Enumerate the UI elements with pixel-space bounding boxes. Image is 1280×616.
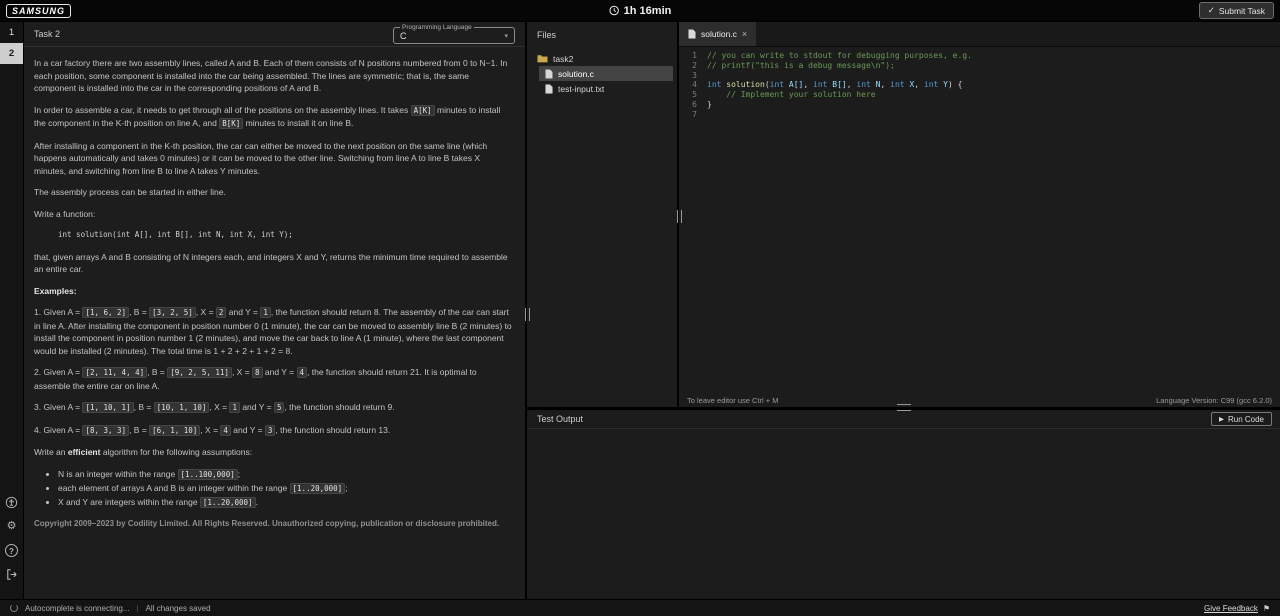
logout-icon[interactable] (5, 568, 18, 581)
spinner-icon (10, 604, 18, 612)
test-output-title: Test Output (537, 414, 583, 424)
chevron-down-icon: ▾ (504, 32, 508, 40)
help-icon[interactable]: ? (5, 544, 18, 557)
examples-heading: Examples: (34, 285, 513, 298)
feedback-flag-icon: ⚑ (1263, 604, 1270, 613)
task-tab-1[interactable]: 1 (0, 22, 23, 43)
assumption-item: X and Y are integers within the range [1… (58, 496, 513, 510)
folder-row-task2[interactable]: task2 (531, 51, 673, 66)
close-icon[interactable]: × (742, 29, 747, 39)
clock-icon (609, 5, 620, 16)
assumption-item: each element of arrays A and B is an int… (58, 482, 513, 496)
files-header: Files (527, 22, 677, 47)
code-line: 3 (679, 71, 1280, 81)
example-3: 3. Given A = [1, 10, 1], B = [10, 1, 10]… (34, 401, 513, 415)
top-bar: SAMSUNG 1h 16min ✓ Submit Task (0, 0, 1280, 22)
folder-name: task2 (553, 54, 573, 64)
editor-tab-bar: solution.c × (679, 22, 1280, 47)
efficient-bold: efficient (68, 447, 101, 457)
language-select-label: Programming Language (400, 24, 474, 31)
language-select-value: C (400, 31, 407, 41)
task-paragraph: After installing a component in the K-th… (34, 140, 513, 178)
function-signature: int solution(int A[], int B[], int N, in… (58, 229, 513, 242)
run-code-button[interactable]: ▶ Run Code (1211, 412, 1272, 426)
file-name: solution.c (558, 69, 594, 79)
main-area: 1 2 ⚙ ? Task 2 (0, 22, 1280, 599)
test-output-header: Test Output ▶ Run Code (527, 410, 1280, 429)
files-panel: Files task2 solution.c (527, 22, 679, 407)
code-line: 2// printf("this is a debug message\n"); (679, 61, 1280, 71)
editor-tab-solution[interactable]: solution.c × (679, 22, 756, 46)
panel-resize-handle-right[interactable] (677, 210, 682, 223)
assumption-item: N is an integer within the range [1..100… (58, 468, 513, 482)
editor-tab-label: solution.c (701, 29, 737, 39)
file-name: test-input.txt (558, 84, 604, 94)
rail-icons: ⚙ ? (0, 496, 23, 599)
file-icon (688, 29, 696, 39)
test-output-panel: Test Output ▶ Run Code (527, 410, 1280, 599)
play-icon: ▶ (1219, 415, 1224, 423)
check-icon: ✓ (1208, 5, 1215, 16)
accessibility-icon[interactable] (5, 496, 18, 509)
test-output-body (527, 429, 1280, 599)
output-resize-handle[interactable] (897, 404, 911, 411)
file-icon (545, 84, 553, 94)
autocomplete-status: Autocomplete is connecting... (25, 604, 130, 613)
language-select[interactable]: Programming Language C ▾ (393, 24, 515, 44)
example-4: 4. Given A = [8, 3, 3], B = [6, 1, 10], … (34, 424, 513, 438)
run-code-label: Run Code (1228, 415, 1264, 424)
settings-gear-icon[interactable]: ⚙ (5, 520, 18, 533)
task-tab-2[interactable]: 2 (0, 43, 23, 64)
task-panel: Task 2 Programming Language C ▾ In a car… (24, 22, 527, 599)
code-line: 7 (679, 110, 1280, 120)
status-bar: Autocomplete is connecting... | All chan… (0, 599, 1280, 616)
task-paragraph: In a car factory there are two assembly … (34, 57, 513, 95)
task-paragraph: In order to assemble a car, it needs to … (34, 104, 513, 131)
save-status: All changes saved (146, 604, 211, 613)
editor-footer: To leave editor use Ctrl + M Language Ve… (679, 393, 1280, 407)
code-line: 1// you can write to stdout for debuggin… (679, 51, 1280, 61)
upper-panels: Files task2 solution.c (527, 22, 1280, 407)
write-function-label: Write a function: (34, 208, 513, 221)
task-paragraph: that, given arrays A and B consisting of… (34, 251, 513, 276)
panel-resize-handle-left[interactable] (525, 308, 530, 321)
code-line: 6} (679, 100, 1280, 110)
file-icon (545, 69, 553, 79)
code-line: 4int solution(int A[], int B[], int N, i… (679, 80, 1280, 90)
timer: 1h 16min (609, 5, 672, 17)
task-header: Task 2 Programming Language C ▾ (24, 22, 525, 47)
task-rail: 1 2 ⚙ ? (0, 22, 24, 599)
editor-panel: solution.c × 1// you can write to stdout… (679, 22, 1280, 407)
file-tree: task2 solution.c test-input.txt (527, 47, 677, 100)
samsung-logo: SAMSUNG (6, 4, 71, 18)
right-area: Files task2 solution.c (527, 22, 1280, 599)
status-divider: | (137, 604, 139, 613)
task-paragraph: The assembly process can be started in e… (34, 186, 513, 199)
file-row-test-input[interactable]: test-input.txt (539, 81, 673, 96)
timer-value: 1h 16min (624, 5, 672, 17)
assumptions-list: N is an integer within the range [1..100… (34, 468, 513, 510)
folder-icon (537, 54, 548, 63)
status-right: Give Feedback ⚑ (1204, 604, 1270, 613)
assumptions-intro: Write an efficient algorithm for the fol… (34, 446, 513, 459)
code-lines: 1// you can write to stdout for debuggin… (679, 51, 1280, 120)
code-editor[interactable]: 1// you can write to stdout for debuggin… (679, 47, 1280, 393)
submit-task-button[interactable]: ✓ Submit Task (1199, 2, 1274, 19)
task-description: In a car factory there are two assembly … (24, 47, 525, 599)
editor-hint: To leave editor use Ctrl + M (687, 396, 779, 405)
example-2: 2. Given A = [2, 11, 4, 4], B = [9, 2, 5… (34, 366, 513, 392)
copyright-notice: Copyright 2009–2023 by Codility Limited.… (34, 518, 513, 531)
output-resize-splitter[interactable] (527, 407, 1280, 410)
code-line: 5 // Implement your solution here (679, 90, 1280, 100)
file-row-solution[interactable]: solution.c (539, 66, 673, 81)
submit-task-label: Submit Task (1219, 6, 1265, 16)
give-feedback-link[interactable]: Give Feedback (1204, 604, 1258, 613)
task-title: Task 2 (34, 29, 60, 39)
language-version: Language Version: C99 (gcc 6.2.0) (1156, 396, 1272, 405)
example-1: 1. Given A = [1, 6, 2], B = [3, 2, 5], X… (34, 306, 513, 357)
